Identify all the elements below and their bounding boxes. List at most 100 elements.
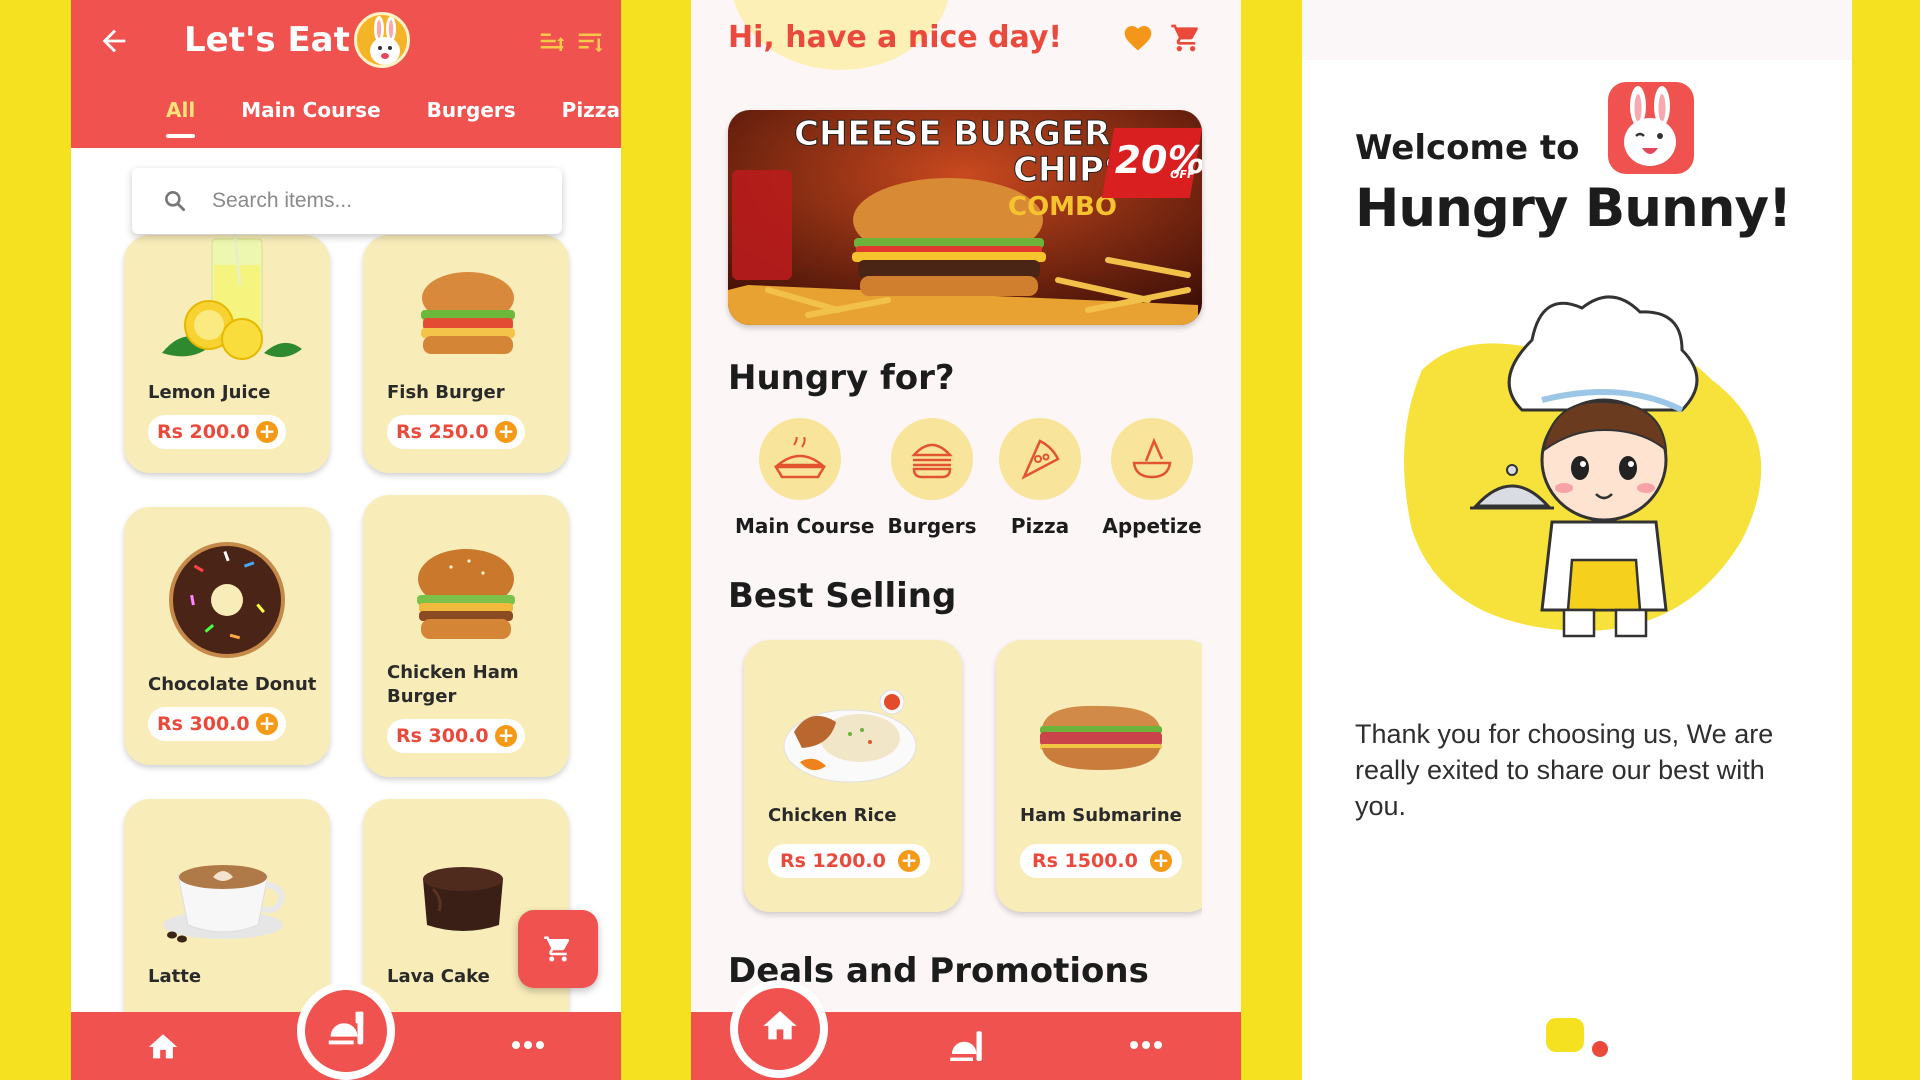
cart-icon bbox=[544, 936, 570, 962]
price-pill: Rs 1500.0 + bbox=[1020, 844, 1182, 878]
add-to-cart-button[interactable]: + bbox=[495, 421, 517, 443]
item-card-chocolate-donut[interactable]: Chocolate Donut Rs 300.0 + bbox=[124, 507, 330, 765]
status-area bbox=[1302, 0, 1852, 60]
category-tabs: All Main Course Burgers Pizza bbox=[166, 98, 620, 138]
home-nav-button[interactable] bbox=[730, 980, 828, 1078]
price-pill: Rs 250.0 + bbox=[387, 415, 525, 449]
nachos-icon bbox=[1132, 437, 1172, 479]
favorites-heart-icon[interactable] bbox=[1121, 22, 1155, 54]
category-label: Pizza bbox=[1010, 514, 1070, 538]
fish-burger-image bbox=[421, 272, 515, 354]
item-name: Chicken Ham Burger bbox=[387, 662, 519, 707]
category-label: Appetize bbox=[1102, 514, 1202, 538]
add-to-cart-button[interactable]: + bbox=[898, 850, 920, 872]
item-price: Rs 300.0 bbox=[157, 713, 250, 735]
search-input[interactable] bbox=[212, 182, 542, 220]
page-indicator-dot[interactable] bbox=[1592, 1041, 1608, 1057]
item-name: Latte bbox=[148, 966, 202, 987]
menu-header: Let's Eat All Main Course Burgers Pizza bbox=[71, 0, 621, 148]
category-circle bbox=[759, 418, 841, 500]
welcome-screen: Welcome to Hungry Bunny! Thank you for c… bbox=[1302, 0, 1852, 1080]
category-pizza[interactable]: Pizza bbox=[975, 418, 1105, 538]
home-icon bbox=[763, 1011, 797, 1040]
banner-discount: 20% OFF bbox=[1101, 128, 1202, 198]
latte-image bbox=[163, 865, 285, 943]
sort-ascending-icon[interactable] bbox=[537, 26, 567, 56]
category-label: Main Course bbox=[735, 514, 875, 538]
more-icon[interactable] bbox=[1129, 1038, 1163, 1052]
thank-you-message: Thank you for choosing us, We are really… bbox=[1355, 719, 1774, 821]
bunny-logo-icon bbox=[1624, 86, 1676, 166]
lemon-juice-image bbox=[162, 225, 302, 360]
item-card-chicken-ham-burger[interactable]: Chicken Ham Burger Rs 300.0 + bbox=[363, 495, 569, 777]
menu-screen: Let's Eat All Main Course Burgers Pizza … bbox=[71, 0, 621, 1080]
item-name: Chocolate Donut bbox=[148, 674, 317, 695]
price-pill: Rs 300.0 + bbox=[387, 719, 525, 753]
promo-banner[interactable]: CHEESE BURGER CHIPS COMBO 20% OFF bbox=[728, 110, 1202, 325]
item-name: Lemon Juice bbox=[148, 382, 271, 403]
add-to-cart-button[interactable]: + bbox=[256, 421, 278, 443]
item-card-lemon-juice[interactable]: Lemon Juice Rs 200.0 + bbox=[124, 225, 330, 473]
item-price: Rs 300.0 bbox=[396, 725, 489, 747]
chef-illustration bbox=[1404, 295, 1762, 638]
item-price: Rs 250.0 bbox=[396, 421, 489, 443]
chocolate-donut-image bbox=[169, 542, 285, 658]
category-row: Main Course Burgers Pizza Appetize bbox=[691, 410, 1202, 545]
tab-burgers[interactable]: Burgers bbox=[427, 98, 516, 122]
search-icon bbox=[165, 191, 186, 212]
item-card-fish-burger[interactable]: Fish Burger Rs 250.0 + bbox=[363, 235, 569, 473]
app-logo bbox=[1608, 82, 1694, 174]
price-pill: Rs 300.0 + bbox=[148, 707, 286, 741]
food-menu-icon bbox=[328, 1011, 364, 1045]
chicken-ham-burger-image bbox=[417, 549, 515, 639]
add-to-cart-button[interactable]: + bbox=[495, 725, 517, 747]
add-to-cart-button[interactable]: + bbox=[256, 713, 278, 735]
banner-title-line3: COMBO bbox=[1008, 192, 1117, 222]
menu-nav-button[interactable] bbox=[297, 982, 395, 1080]
burger-icon bbox=[911, 443, 953, 479]
welcome-text: Welcome to bbox=[1355, 128, 1580, 168]
item-name: Chicken Rice bbox=[768, 805, 897, 826]
item-price: Rs 1500.0 bbox=[1032, 850, 1138, 872]
chicken-rice-image bbox=[783, 689, 917, 783]
category-circle bbox=[891, 418, 973, 500]
item-price: Rs 200.0 bbox=[157, 421, 250, 443]
tab-main-course[interactable]: Main Course bbox=[241, 98, 380, 122]
ham-submarine-image bbox=[1040, 705, 1162, 770]
brand-title: Hungry Bunny! bbox=[1355, 178, 1792, 239]
cart-icon[interactable] bbox=[1169, 22, 1203, 54]
food-menu-icon[interactable] bbox=[945, 1026, 987, 1068]
more-icon[interactable] bbox=[511, 1038, 545, 1052]
rice-dish-icon bbox=[774, 437, 826, 479]
greeting-text: Hi, have a nice day! bbox=[728, 20, 1063, 55]
category-circle bbox=[999, 418, 1081, 500]
best-selling-title: Best Selling bbox=[728, 576, 957, 616]
search-bar bbox=[132, 168, 562, 234]
pizza-slice-icon bbox=[1021, 439, 1060, 480]
price-pill: Rs 200.0 + bbox=[148, 415, 286, 449]
cart-fab-button[interactable] bbox=[518, 910, 598, 988]
best-card-ham-submarine[interactable]: Ham Submarine Rs 1500.0 + bbox=[996, 640, 1202, 912]
back-arrow-icon[interactable] bbox=[97, 24, 131, 58]
bunny-logo-icon bbox=[354, 12, 410, 68]
home-icon[interactable] bbox=[145, 1030, 181, 1064]
home-screen: Hi, have a nice day! CHEESE BURGER CHIPS… bbox=[691, 0, 1241, 1080]
tab-all[interactable]: All bbox=[166, 98, 196, 138]
add-to-cart-button[interactable]: + bbox=[1150, 850, 1172, 872]
price-pill: Rs 1200.0 + bbox=[768, 844, 930, 878]
category-appetizers[interactable]: Appetize bbox=[1087, 418, 1202, 538]
category-main-course[interactable]: Main Course bbox=[735, 418, 875, 538]
page-indicator-active[interactable] bbox=[1546, 1018, 1584, 1052]
hungry-title: Hungry for? bbox=[728, 358, 955, 398]
item-price: Rs 1200.0 bbox=[780, 850, 886, 872]
category-circle bbox=[1111, 418, 1193, 500]
discount-suffix: OFF bbox=[1168, 168, 1196, 181]
item-name: Ham Submarine bbox=[1020, 805, 1182, 826]
sort-descending-icon[interactable] bbox=[575, 26, 605, 56]
page-title: Let's Eat bbox=[184, 20, 350, 60]
banner-title-line1: CHEESE BURGER bbox=[793, 114, 1111, 155]
best-card-chicken-rice[interactable]: Chicken Rice Rs 1200.0 + bbox=[744, 640, 962, 912]
item-name: Fish Burger bbox=[387, 382, 505, 403]
tab-pizza[interactable]: Pizza bbox=[562, 98, 620, 122]
best-selling-row: Chicken Rice Rs 1200.0 + Ham Submarine R… bbox=[728, 630, 1202, 920]
